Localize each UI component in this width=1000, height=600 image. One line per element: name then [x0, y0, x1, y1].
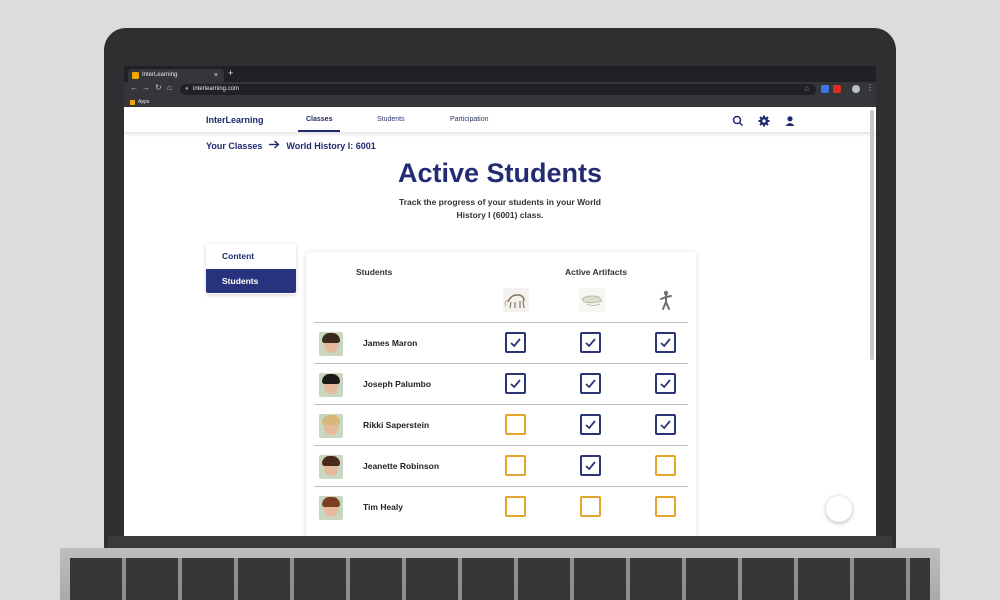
nav-classes[interactable]: Classes [297, 116, 342, 132]
artifact-checkbox[interactable] [655, 373, 676, 394]
artifact-checkbox[interactable] [505, 332, 526, 353]
floating-help-button[interactable] [826, 496, 852, 522]
laptop-keyboard [70, 558, 930, 600]
mammoth-skeleton-icon[interactable] [503, 288, 529, 312]
avatar [319, 414, 343, 438]
page-subtitle: Track the progress of your students in y… [380, 196, 620, 222]
student-name[interactable]: Rikki Saperstein [363, 420, 429, 430]
column-header-students: Students [356, 267, 393, 277]
table-row: James Maron [314, 322, 688, 364]
avatar [319, 496, 343, 520]
artifact-checkbox[interactable] [505, 455, 526, 476]
artifact-checkbox[interactable] [655, 455, 676, 476]
profile-avatar[interactable] [852, 85, 860, 93]
artifact-checkbox[interactable] [655, 332, 676, 353]
sidebar-item-students[interactable]: Students [206, 269, 296, 293]
checkmark-icon [585, 379, 596, 389]
nav-participation[interactable]: Participation [450, 116, 489, 123]
forward-icon[interactable]: → [142, 83, 150, 92]
brand-logo[interactable]: InterLearning [206, 115, 264, 125]
column-header-active-artifacts: Active Artifacts [565, 267, 628, 277]
favicon-icon [132, 72, 139, 79]
section-sidebar: Content Students [206, 244, 296, 294]
address-bar[interactable]: ● interlearning.com ☆ [180, 84, 816, 95]
search-icon[interactable] [732, 114, 744, 127]
table-row: Joseph Palumbo [314, 363, 688, 405]
avatar [319, 373, 343, 397]
reload-icon[interactable]: ↻ [155, 83, 162, 92]
bookmark-apps[interactable]: Apps [138, 97, 149, 107]
sidebar-item-label: Content [222, 251, 255, 261]
bookmarks-bar: Apps [124, 97, 876, 107]
home-icon[interactable]: ⌂ [167, 83, 172, 92]
artifact-checkbox[interactable] [580, 496, 601, 517]
table-row: Jeanette Robinson [314, 445, 688, 487]
artifact-checkbox[interactable] [655, 414, 676, 435]
browser-tab[interactable]: InterLearning × [128, 69, 224, 82]
page-title: Active Students [397, 158, 603, 188]
new-tab-button[interactable]: + [228, 68, 233, 78]
subtitle-line: Track the progress of your students in y… [399, 197, 601, 207]
avatar [319, 332, 343, 356]
artifact-checkbox[interactable] [505, 496, 526, 517]
checkmark-icon [660, 379, 671, 389]
close-icon[interactable]: × [214, 69, 218, 82]
nav-students[interactable]: Students [377, 116, 405, 123]
artifact-checkbox[interactable] [655, 496, 676, 517]
subtitle-line: History I (6001) class. [456, 210, 544, 220]
students-table-card: Students Active Artifacts James Maron Jos… [306, 252, 696, 536]
student-name[interactable]: James Maron [363, 338, 417, 348]
lock-icon: ● [185, 86, 189, 92]
artifact-checkbox[interactable] [580, 455, 601, 476]
browser-menu-icon[interactable]: ⋮ [866, 83, 874, 92]
artifact-checkbox[interactable] [505, 373, 526, 394]
breadcrumb-your-classes[interactable]: Your Classes [206, 141, 262, 151]
top-navigation: InterLearning Classes Students Participa… [124, 107, 876, 132]
artifact-checkbox[interactable] [580, 414, 601, 435]
gear-icon[interactable] [758, 114, 770, 127]
checkmark-icon [660, 338, 671, 348]
breadcrumb-current-class[interactable]: World History I: 6001 [286, 141, 375, 151]
human-figure-statue-icon[interactable] [653, 288, 679, 312]
sidebar-item-content[interactable]: Content [206, 244, 296, 268]
screen: InterLearning × + ← → ↻ ⌂ ● interlearnin… [124, 66, 876, 536]
checkmark-icon [510, 338, 521, 348]
browser-tab-bar: InterLearning × + [124, 66, 876, 82]
artifact-checkbox[interactable] [580, 332, 601, 353]
dinosaur-skull-icon[interactable] [579, 288, 605, 312]
browser-toolbar: ← → ↻ ⌂ ● interlearning.com ☆ ⋮ [124, 82, 876, 97]
breadcrumb: Your Classes World History I: 6001 [206, 140, 376, 151]
page-scrollbar[interactable] [870, 110, 874, 360]
checkmark-icon [585, 338, 596, 348]
address-url: interlearning.com [193, 86, 240, 92]
table-row: Tim Healy [314, 486, 688, 528]
table-row: Rikki Saperstein [314, 404, 688, 446]
user-icon[interactable] [784, 114, 796, 126]
checkmark-icon [660, 420, 671, 430]
artifact-checkbox[interactable] [505, 414, 526, 435]
student-name[interactable]: Jeanette Robinson [363, 461, 439, 471]
student-name[interactable]: Joseph Palumbo [363, 379, 431, 389]
apps-icon [130, 100, 135, 105]
extension-icon[interactable] [833, 85, 841, 93]
tab-title: InterLearning [142, 72, 178, 78]
avatar [319, 455, 343, 479]
back-icon[interactable]: ← [130, 83, 138, 92]
arrow-right-icon [268, 140, 280, 151]
checkmark-icon [585, 420, 596, 430]
student-name[interactable]: Tim Healy [363, 502, 403, 512]
extension-icon[interactable] [821, 85, 829, 93]
checkmark-icon [510, 379, 521, 389]
artifact-checkbox[interactable] [580, 373, 601, 394]
checkmark-icon [585, 461, 596, 471]
sidebar-item-label: Students [222, 276, 259, 286]
bookmark-star-icon[interactable]: ☆ [804, 84, 810, 95]
